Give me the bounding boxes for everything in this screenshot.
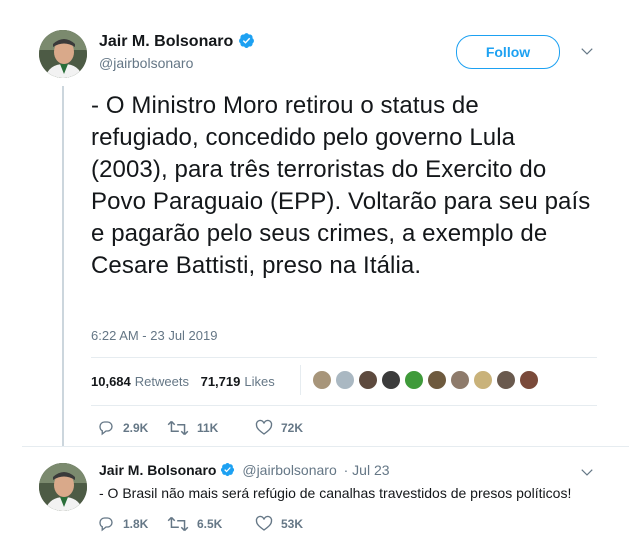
liker-avatar[interactable]: [358, 370, 378, 390]
divider-bottom: [91, 405, 597, 406]
tweet-timestamp[interactable]: 6:22 AM - 23 Jul 2019: [91, 328, 217, 343]
retweets-stat[interactable]: 10,684 Retweets: [91, 374, 189, 389]
verified-badge-icon: [220, 462, 235, 480]
tweet-actions: 2.9K 11K 72K: [97, 419, 303, 437]
tweet-text: - O Ministro Moro retirou o status de re…: [91, 92, 591, 279]
author-header: Jair M. Bolsonaro: [99, 32, 255, 54]
author-handle[interactable]: @jairbolsonaro: [99, 55, 193, 71]
liker-avatar[interactable]: [312, 370, 332, 390]
like-count: 72K: [281, 421, 304, 435]
liker-avatar[interactable]: [496, 370, 516, 390]
likes-count: 71,719: [200, 374, 241, 389]
reply-reply-count: 1.8K: [123, 517, 149, 531]
retweets-label: Retweets: [134, 374, 189, 389]
tweet-separator: [22, 446, 629, 447]
reply-action[interactable]: 2.9K: [97, 419, 167, 437]
likes-stat[interactable]: 71,719 Likes: [201, 374, 275, 389]
retweet-icon: [167, 516, 189, 532]
reply-chevron-down-icon[interactable]: [580, 465, 594, 484]
author-name[interactable]: Jair M. Bolsonaro: [99, 33, 233, 50]
reply-header: Jair M. Bolsonaro @jairbolsonaro · Jul 2…: [99, 462, 390, 480]
reply-text: - O Brasil não mais será refúgio de cana…: [99, 485, 572, 501]
reply-like-action[interactable]: 53K: [255, 515, 303, 533]
divider-top: [91, 357, 597, 358]
engagement-stats: 10,684 Retweets 71,719 Likes: [91, 374, 275, 389]
thread-line: [62, 86, 64, 446]
retweet-action[interactable]: 11K: [167, 419, 255, 437]
liker-avatar[interactable]: [404, 370, 424, 390]
like-action[interactable]: 72K: [255, 419, 303, 437]
reply-reply-action[interactable]: 1.8K: [97, 515, 167, 533]
author-avatar[interactable]: [39, 30, 87, 78]
liker-avatar[interactable]: [450, 370, 470, 390]
reply-author-avatar[interactable]: [39, 463, 87, 511]
reply-author-name[interactable]: Jair M. Bolsonaro: [99, 462, 216, 478]
reply-like-count: 53K: [281, 517, 304, 531]
like-icon: [255, 515, 273, 531]
liker-avatar[interactable]: [381, 370, 401, 390]
likers-avatars[interactable]: [312, 370, 539, 390]
retweets-count: 10,684: [91, 374, 131, 389]
reply-retweet-action[interactable]: 6.5K: [167, 515, 255, 533]
stats-separator: [300, 365, 301, 395]
follow-button[interactable]: Follow: [456, 35, 560, 69]
reply-retweet-count: 6.5K: [197, 517, 223, 531]
liker-avatar[interactable]: [335, 370, 355, 390]
reply-actions: 1.8K 6.5K 53K: [97, 515, 303, 533]
retweet-icon: [167, 420, 189, 436]
like-icon: [255, 419, 273, 435]
reply-count: 2.9K: [123, 421, 149, 435]
liker-avatar[interactable]: [519, 370, 539, 390]
reply-icon: [99, 421, 113, 436]
reply-author-handle[interactable]: @jairbolsonaro: [242, 462, 336, 478]
retweet-count: 11K: [197, 421, 219, 435]
likes-label: Likes: [244, 374, 275, 389]
chevron-down-icon[interactable]: [580, 44, 594, 63]
reply-icon: [99, 517, 113, 532]
reply-date[interactable]: · Jul 23: [344, 462, 390, 478]
liker-avatar[interactable]: [427, 370, 447, 390]
liker-avatar[interactable]: [473, 370, 493, 390]
verified-badge-icon: [238, 32, 255, 54]
